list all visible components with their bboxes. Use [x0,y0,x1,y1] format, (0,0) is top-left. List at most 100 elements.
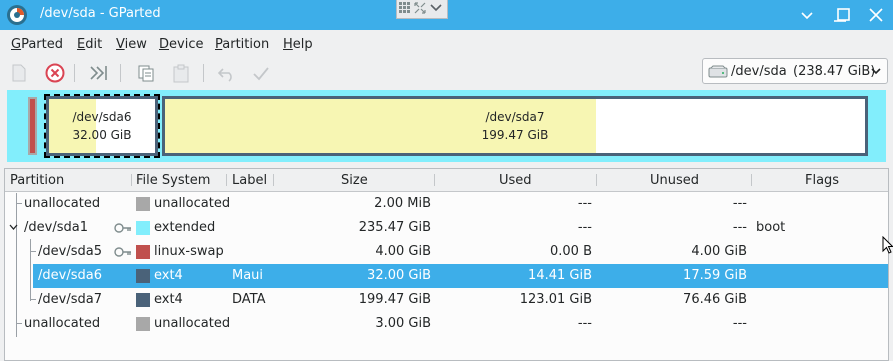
resize-arrows-icon[interactable] [414,2,426,14]
column-header-filesystem[interactable]: File System [136,173,210,188]
fs-color-swatch [136,221,150,235]
unused-cell: --- [732,220,747,235]
diskmap-sda7-size: 199.47 GiB [481,128,549,142]
key-icon [114,223,131,233]
fs-color-swatch [136,197,150,211]
chevron-down-icon [871,68,881,75]
unused-cell: --- [732,196,747,211]
harddisk-icon [708,65,728,78]
menu-device[interactable]: Device [159,37,203,52]
fs-color-swatch [136,317,150,331]
undo-button[interactable] [214,60,240,86]
partition-cell: unallocated [24,316,101,331]
chevron-down-icon[interactable] [9,224,18,231]
used-cell: 0.00 B [550,244,592,259]
menu-edit[interactable]: Edit [77,37,102,52]
mouse-pointer-icon [882,236,893,254]
grid-icon[interactable] [399,2,411,14]
delete-partition-button[interactable] [42,60,68,86]
undo-icon [217,68,232,82]
column-divider[interactable] [751,174,752,186]
table-row[interactable]: unallocated unallocated 3.00 GiB --- --- [5,312,888,336]
used-cell: --- [577,196,592,211]
diskmap-sda7-label: /dev/sda7 199.47 GiB [465,108,565,144]
key-icon [114,247,131,257]
unused-cell: 4.00 GiB [691,244,747,259]
new-document-icon [12,64,26,82]
column-header-used[interactable]: Used [499,173,532,188]
column-header-size[interactable]: Size [341,173,368,188]
unused-cell: --- [732,316,747,331]
partition-table: Partition File System Label Size Used Un… [4,168,889,361]
device-name: /dev/sda [731,64,787,79]
copy-icon [138,65,154,82]
apply-button[interactable] [248,60,274,86]
column-divider[interactable] [273,174,274,186]
column-divider[interactable] [131,174,132,186]
column-divider[interactable] [596,174,597,186]
partition-cell: /dev/sda5 [38,244,102,259]
size-cell: 3.00 GiB [375,316,431,331]
used-cell: --- [577,220,592,235]
used-cell: 14.41 GiB [528,268,592,283]
diskmap-sda6-label: /dev/sda6 32.00 GiB [47,108,157,144]
diskmap-sda6-name: /dev/sda6 [72,110,132,124]
table-row[interactable]: /dev/sda5 linux-swap 4.00 GiB 0.00 B 4.0… [5,240,888,264]
table-row[interactable]: unallocated unallocated 2.00 MiB --- --- [5,192,888,216]
size-cell: 4.00 GiB [375,244,431,259]
column-header-partition[interactable]: Partition [10,173,64,188]
column-divider[interactable] [434,174,435,186]
table-header: Partition File System Label Size Used Un… [5,169,888,192]
label-cell: DATA [232,292,266,307]
device-selector[interactable]: /dev/sda (238.47 GiB) [702,58,888,84]
table-row-selected[interactable]: /dev/sda6 ext4 Maui 32.00 GiB 14.41 GiB … [33,264,888,288]
toolbar-separator [74,64,75,82]
column-header-flags[interactable]: Flags [805,173,839,188]
used-cell: 123.01 GiB [519,292,592,307]
diskmap-sda7-name: /dev/sda7 [485,110,545,124]
new-partition-button[interactable] [6,60,32,86]
paste-button[interactable] [168,60,194,86]
maximize-icon[interactable] [832,5,852,25]
filesystem-cell: ext4 [154,268,183,283]
partition-cell: /dev/sda7 [38,292,102,307]
fs-color-swatch [136,269,150,283]
window-tools-tab[interactable] [396,0,448,19]
used-cell: --- [577,316,592,331]
resize-move-button[interactable] [86,60,112,86]
filesystem-cell: extended [154,220,216,235]
gparted-logo-icon [7,5,27,25]
label-cell: Maui [232,268,264,283]
column-header-unused[interactable]: Unused [650,173,699,188]
close-icon[interactable] [866,5,886,25]
unused-cell: 17.59 GiB [683,268,747,283]
table-row[interactable]: /dev/sda7 ext4 DATA 199.47 GiB 123.01 Gi… [5,288,888,312]
copy-button[interactable] [133,60,159,86]
diskmap-sda5-swap[interactable] [30,99,35,153]
menu-bar: GParted Edit View Device Partition Help [0,30,893,58]
menu-view[interactable]: View [116,37,147,52]
diskmap-sda6-size: 32.00 GiB [72,128,132,142]
flags-cell: boot [756,220,786,235]
toolbar-separator [203,64,204,82]
column-header-label[interactable]: Label [232,173,267,188]
size-cell: 235.47 GiB [358,220,431,235]
menu-partition[interactable]: Partition [215,37,269,52]
checkmark-icon [253,67,269,81]
filesystem-cell: linux-swap [154,244,224,259]
partition-cell: unallocated [24,196,101,211]
paste-icon [173,64,189,83]
menu-help[interactable]: Help [283,37,313,52]
partition-cell: /dev/sda1 [24,220,88,235]
chevron-down-icon[interactable] [430,3,442,13]
table-row[interactable]: /dev/sda1 extended 235.47 GiB --- --- bo… [5,216,888,240]
disk-map: /dev/sda6 32.00 GiB /dev/sda7 199.47 GiB [7,90,886,162]
delete-icon [45,63,65,83]
size-cell: 199.47 GiB [358,292,431,307]
column-divider[interactable] [226,174,227,186]
chevron-down-icon[interactable] [797,5,817,25]
filesystem-cell: unallocated [154,196,231,211]
menu-gparted[interactable]: GParted [11,37,63,52]
partition-cell: /dev/sda6 [38,268,102,283]
window-title: /dev/sda - GParted [40,6,161,21]
